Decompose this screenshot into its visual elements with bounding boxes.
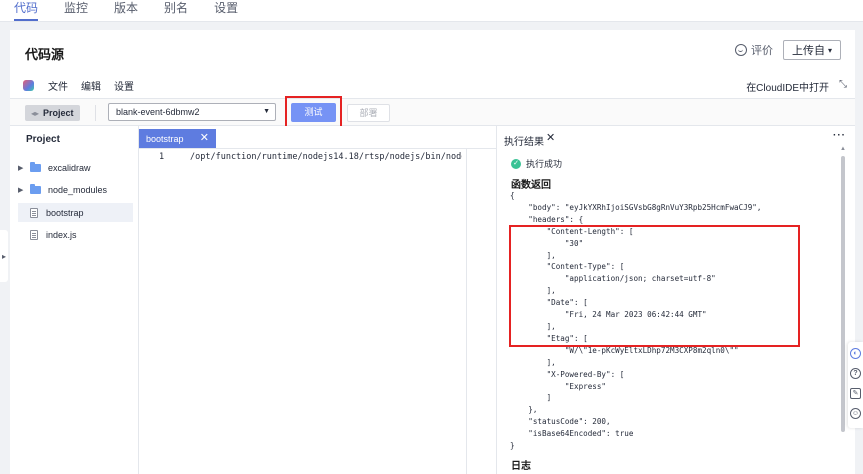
function-return-title: 函数返回: [511, 180, 551, 191]
execution-result-panel: 执行结果 ✕ ··· ✓ 执行成功 函数返回 { "body": "eyJkYX…: [496, 126, 855, 474]
status-label: 执行成功: [526, 159, 563, 169]
divider: [95, 105, 96, 121]
tree-item-index-js[interactable]: index.js: [18, 225, 133, 244]
file-icon: [30, 229, 38, 240]
tab-version[interactable]: 版本: [114, 0, 138, 21]
top-tab-bar: 代码 监控 版本 别名 设置: [0, 0, 863, 22]
cloudide-logo-icon: [23, 79, 34, 91]
file-icon: [30, 207, 38, 218]
line-number: 1: [159, 152, 165, 162]
folder-icon: [30, 183, 41, 194]
execution-status: ✓ 执行成功: [511, 157, 562, 170]
scroll-up-arrow-icon[interactable]: ▲: [840, 146, 846, 152]
tree-item-excalidraw[interactable]: ▶ excalidraw: [18, 158, 133, 177]
menu-settings[interactable]: 设置: [114, 78, 134, 93]
menu-edit[interactable]: 编辑: [81, 78, 101, 93]
expand-arrow-icon[interactable]: ▶: [18, 186, 30, 194]
tab-monitor[interactable]: 监控: [64, 0, 88, 21]
smile-icon[interactable]: ☺: [850, 408, 861, 419]
project-explorer: Project ▶ excalidraw ▶ node_modules boot…: [10, 126, 139, 474]
page-title: 代码源: [25, 47, 65, 62]
close-icon[interactable]: ✕: [200, 131, 209, 144]
editor-scrollbar[interactable]: [466, 149, 467, 474]
floating-toolbar: ◐ ? ✎ ☺: [848, 342, 863, 428]
rate-link[interactable]: 评价: [751, 42, 773, 58]
card-actions: 评价 上传自 ▾: [734, 40, 841, 60]
log-title: 日志: [511, 461, 531, 472]
upload-from-button[interactable]: 上传自 ▾: [782, 40, 841, 60]
folder-icon: [30, 161, 41, 172]
assistant-icon[interactable]: ◐: [850, 348, 861, 359]
project-button[interactable]: ◂▸ Project: [25, 105, 80, 121]
highlight-box-result: [509, 225, 800, 347]
caret-down-icon: ▼: [263, 108, 270, 115]
code-editor: bootstrap ✕ 1 /opt/function/runtime/node…: [139, 126, 496, 474]
tree-item-label: excalidraw: [48, 162, 91, 173]
smile-icon[interactable]: [734, 44, 747, 56]
code-line[interactable]: /opt/function/runtime/nodejs14.18/rtsp/n…: [190, 152, 462, 162]
tab-settings[interactable]: 设置: [214, 0, 238, 21]
upload-label: 上传自: [791, 45, 825, 57]
open-in-cloudide-link[interactable]: 在CloudIDE中打开: [746, 79, 829, 94]
chevron-right-icon: ▸: [1, 251, 6, 261]
project-icon: ◂▸: [31, 108, 40, 118]
expand-arrow-icon[interactable]: ▶: [18, 164, 30, 172]
code-source-card: 代码源 评价 上传自 ▾ 文件 编辑 设置 在CloudIDE中打开 ⤡ ◂▸ …: [10, 30, 855, 474]
tab-code[interactable]: 代码: [14, 0, 39, 21]
result-title: 执行结果: [504, 137, 544, 148]
tree-item-label: bootstrap: [46, 207, 84, 218]
ide-toolbar: ◂▸ Project blank-event-6dbmw2 ▼ 测试 部署: [10, 96, 855, 132]
expand-icon[interactable]: ⤡: [839, 79, 847, 90]
editor-tab-bootstrap[interactable]: bootstrap ✕: [139, 129, 216, 148]
collapse-handle[interactable]: ▸: [0, 230, 8, 282]
online-ide: 文件 编辑 设置 在CloudIDE中打开 ⤡ ◂▸ Project blank…: [10, 72, 855, 474]
close-icon[interactable]: ✕: [546, 131, 555, 144]
menu-file[interactable]: 文件: [48, 78, 68, 93]
tree-item-label: node_modules: [48, 184, 108, 195]
editor-tab-label: bootstrap: [146, 133, 184, 144]
more-icon[interactable]: ···: [833, 130, 846, 141]
test-event-value: blank-event-6dbmw2: [116, 107, 200, 117]
tree-item-bootstrap[interactable]: bootstrap: [18, 203, 133, 222]
divider: [139, 148, 496, 149]
tree-item-label: index.js: [46, 229, 77, 240]
chevron-down-icon: ▾: [827, 45, 832, 55]
ide-menubar: 文件 编辑 设置 在CloudIDE中打开 ⤡: [10, 72, 855, 98]
test-event-select[interactable]: blank-event-6dbmw2 ▼: [108, 103, 276, 121]
tree-item-node-modules[interactable]: ▶ node_modules: [18, 180, 133, 199]
project-label: Project: [43, 108, 74, 118]
tab-alias[interactable]: 别名: [164, 0, 188, 21]
feedback-icon[interactable]: ✎: [850, 388, 861, 399]
help-icon[interactable]: ?: [850, 368, 861, 379]
check-circle-icon: ✓: [511, 158, 521, 169]
result-scrollbar[interactable]: [841, 156, 845, 432]
explorer-title: Project: [26, 134, 60, 145]
deploy-button[interactable]: 部署: [347, 104, 390, 122]
